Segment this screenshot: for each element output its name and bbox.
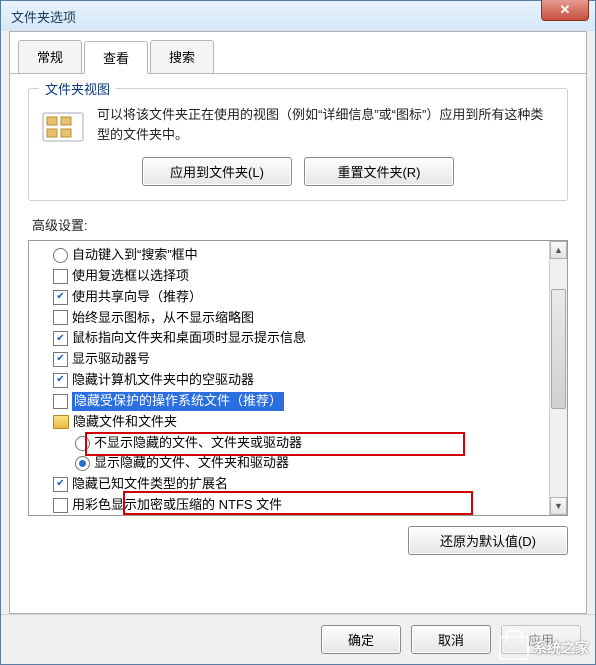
checkbox-icon[interactable] (53, 310, 68, 325)
titlebar: 文件夹选项 ✕ (1, 1, 595, 31)
tab-general[interactable]: 常规 (18, 40, 82, 73)
advanced-settings-list: 自动键入到“搜索”框中使用复选框以选择项 ✔ 使用共享向导（推荐） 始终显示图标，从不… (28, 240, 568, 516)
tab-content-view: 文件夹视图 可以将该文件夹正在使用的视图（例如“详细信息”或“图标”）应用到所有… (10, 74, 586, 569)
checkbox-icon[interactable] (53, 498, 68, 513)
list-item-label: 隐藏文件和文件夹 (73, 413, 177, 432)
tab-search[interactable]: 搜索 (150, 40, 214, 73)
close-icon: ✕ (560, 2, 571, 18)
list-item-label: 显示隐藏的文件、文件夹和驱动器 (94, 454, 289, 473)
checkbox-icon[interactable]: ✔ (53, 373, 68, 388)
list-inner: 自动键入到“搜索”框中使用复选框以选择项 ✔ 使用共享向导（推荐） 始终显示图标，从不… (29, 241, 549, 515)
list-item[interactable]: 隐藏受保护的操作系统文件（推荐） (31, 391, 547, 412)
radio-icon[interactable] (75, 436, 90, 451)
list-item[interactable]: ✔ 隐藏计算机文件夹中的空驱动器 (31, 370, 547, 391)
reset-folders-button[interactable]: 重置文件夹(R) (304, 157, 454, 186)
folder-view-icon (41, 105, 85, 145)
folder-view-buttons: 应用到文件夹(L) 重置文件夹(R) (41, 157, 555, 186)
list-item-label: 隐藏计算机文件夹中的空驱动器 (72, 371, 254, 390)
checkbox-icon[interactable]: ✔ (53, 331, 68, 346)
cancel-button[interactable]: 取消 (411, 625, 491, 654)
checkbox-icon[interactable] (53, 269, 68, 284)
apply-button[interactable]: 应用 (501, 625, 581, 654)
list-item-label: 不显示隐藏的文件、文件夹或驱动器 (94, 434, 302, 453)
list-item[interactable]: 自动键入到“搜索”框中 (31, 245, 547, 266)
list-item[interactable]: 不显示隐藏的文件、文件夹或驱动器 (31, 433, 547, 454)
list-item-label: 自动键入到“搜索”框中 (72, 246, 198, 265)
list-item-label: 隐藏受保护的操作系统文件（推荐） (72, 392, 284, 411)
list-item[interactable]: 始终显示图标，从不显示缩略图 (31, 308, 547, 329)
client-area: 常规 查看 搜索 文件夹视图 可以将该文件夹正在使用的视图（例如“详细信息”或“… (9, 31, 587, 614)
list-item-label: 使用共享向导（推荐） (72, 288, 202, 307)
list-item-label: 使用复选框以选择项 (72, 267, 189, 286)
tab-strip: 常规 查看 搜索 (10, 32, 586, 74)
folder-view-group: 文件夹视图 可以将该文件夹正在使用的视图（例如“详细信息”或“图标”）应用到所有… (28, 88, 568, 201)
scroll-up-button[interactable]: ▲ (550, 241, 567, 259)
list-item-label: 显示驱动器号 (72, 350, 150, 369)
checkbox-icon[interactable]: ✔ (53, 477, 68, 492)
folder-view-row: 可以将该文件夹正在使用的视图（例如“详细信息”或“图标”）应用到所有这种类型的文… (41, 105, 555, 145)
list-item[interactable]: ✔ 显示驱动器号 (31, 349, 547, 370)
list-item[interactable]: ✔ 使用共享向导（推荐） (31, 287, 547, 308)
folder-icon (53, 415, 69, 429)
folder-view-desc: 可以将该文件夹正在使用的视图（例如“详细信息”或“图标”）应用到所有这种类型的文… (97, 105, 555, 144)
list-item[interactable]: ✔ 鼠标指向文件夹和桌面项时显示提示信息 (31, 328, 547, 349)
window-title: 文件夹选项 (7, 7, 76, 26)
list-item-label: 用彩色显示加密或压缩的 NTFS 文件 (72, 496, 282, 515)
close-button[interactable]: ✕ (541, 0, 589, 21)
list-item-label: 始终显示图标，从不显示缩略图 (72, 309, 254, 328)
tab-view[interactable]: 查看 (84, 41, 148, 74)
list-item-label: 鼠标指向文件夹和桌面项时显示提示信息 (72, 329, 306, 348)
scroll-thumb[interactable] (551, 289, 566, 409)
list-item[interactable]: 隐藏文件和文件夹 (31, 412, 547, 433)
scroll-down-button[interactable]: ▼ (550, 497, 567, 515)
dialog-footer: 确定 取消 应用 (1, 614, 595, 664)
radio-icon[interactable] (75, 456, 90, 471)
scrollbar: ▲ ▼ (549, 241, 567, 515)
restore-row: 还原为默认值(D) (28, 526, 568, 555)
ok-button[interactable]: 确定 (321, 625, 401, 654)
list-item-label: 隐藏已知文件类型的扩展名 (72, 475, 228, 494)
folder-view-group-title: 文件夹视图 (39, 79, 116, 98)
list-item[interactable]: 显示隐藏的文件、文件夹和驱动器 (31, 453, 547, 474)
radio-icon[interactable] (53, 248, 68, 263)
list-item[interactable]: 使用复选框以选择项 (31, 266, 547, 287)
advanced-settings-label: 高级设置: (32, 215, 568, 234)
list-item[interactable]: 用彩色显示加密或压缩的 NTFS 文件 (31, 495, 547, 515)
checkbox-icon[interactable]: ✔ (53, 352, 68, 367)
checkbox-icon[interactable]: ✔ (53, 290, 68, 305)
folder-options-window: 文件夹选项 ✕ 常规 查看 搜索 文件夹视图 可以将该文件夹正在使用的视图（例如… (0, 0, 596, 665)
scroll-track[interactable] (550, 259, 567, 497)
list-item[interactable]: ✔ 隐藏已知文件类型的扩展名 (31, 474, 547, 495)
restore-defaults-button[interactable]: 还原为默认值(D) (408, 526, 568, 555)
apply-to-folders-button[interactable]: 应用到文件夹(L) (142, 157, 292, 186)
checkbox-icon[interactable] (53, 394, 68, 409)
